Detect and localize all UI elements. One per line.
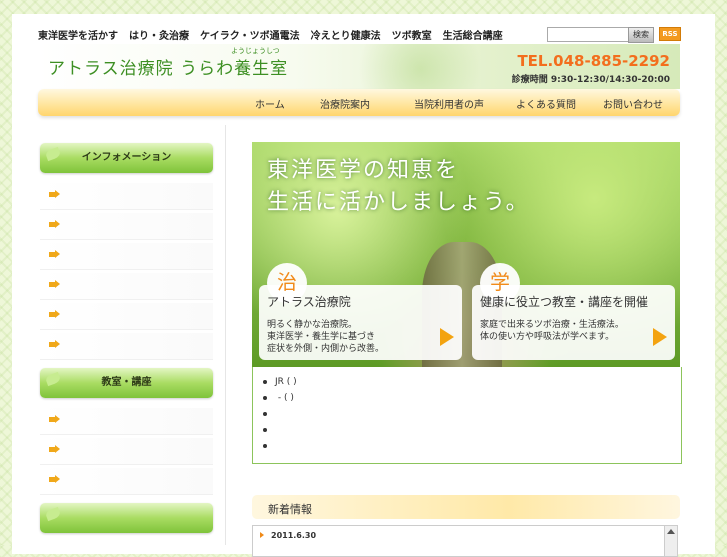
- news-heading-label: 新着情報: [268, 503, 312, 516]
- hero-title-line1: 東洋医学の知恵を: [267, 158, 460, 183]
- hero-card-clinic[interactable]: 治 アトラス治療院 明るく静かな治療院。 東洋医学・養生学に基づき 症状を外側・…: [259, 263, 462, 360]
- site-logo[interactable]: アトラス治療院 うらわ養生室: [48, 54, 288, 79]
- sidebar-item[interactable]: [40, 213, 213, 240]
- sidebar-item[interactable]: [40, 273, 213, 300]
- scrollbar[interactable]: [664, 526, 677, 556]
- arrow-right-icon: [49, 190, 60, 199]
- sidebar-heading-label: 教室・講座: [101, 377, 152, 388]
- news-date: 2011.6.30: [271, 531, 317, 540]
- list-item: [263, 409, 275, 419]
- leaf-decoration: [340, 44, 500, 89]
- sidebar-heading-third: [40, 503, 213, 533]
- nav-testimonials[interactable]: 当院利用者の声: [414, 96, 484, 111]
- list-item: - ( ): [263, 393, 294, 403]
- nav-faq[interactable]: よくある質問: [516, 96, 576, 111]
- bullet-icon: [263, 443, 267, 448]
- topnav-item-oriental-medicine[interactable]: 東洋医学を活かす: [38, 31, 118, 42]
- sidebar-item[interactable]: [40, 333, 213, 360]
- leaf-icon: [44, 146, 62, 162]
- topnav-item-hietori[interactable]: 冷えとり健康法: [311, 31, 381, 42]
- sidebar-item[interactable]: [40, 468, 213, 495]
- sidebar-item[interactable]: [40, 408, 213, 435]
- nav-clinic-info[interactable]: 治療院案内: [320, 96, 370, 111]
- arrow-right-icon: [49, 340, 60, 349]
- list-item-text: - ( ): [275, 393, 294, 403]
- topnav-item-life-course[interactable]: 生活総合講座: [443, 31, 503, 42]
- topnav-item-meridian[interactable]: ケイラク・ツボ通電法: [200, 31, 300, 42]
- hero-card-title: アトラス治療院: [267, 295, 351, 309]
- play-arrow-icon[interactable]: [440, 328, 454, 346]
- search-input[interactable]: [547, 27, 629, 42]
- hero-card-title: 健康に役立つ教室・講座を開催: [480, 295, 649, 309]
- phone-number: TEL.048-885-2292: [517, 52, 670, 70]
- arrow-right-icon: [49, 310, 60, 319]
- arrow-right-icon: [49, 475, 60, 484]
- bullet-icon: [263, 379, 267, 384]
- sidebar: インフォメーション 教室・講座: [30, 125, 226, 545]
- sidebar-item[interactable]: [40, 183, 213, 210]
- bullet-icon: [263, 395, 267, 400]
- hero-title-line2: 生活に活かしましょう。: [267, 190, 530, 215]
- site-header: ようじょうしつ アトラス治療院 うらわ養生室 TEL.048-885-2292 …: [38, 44, 680, 89]
- topnav-item-tsubo-class[interactable]: ツボ教室: [392, 31, 432, 42]
- office-hours: 診療時間 9:30-12:30/14:30-20:00: [511, 75, 670, 85]
- sidebar-heading-label: インフォメーション: [81, 152, 172, 163]
- nav-contact[interactable]: お問い合わせ: [603, 96, 663, 111]
- sidebar-heading-classes: 教室・講座: [40, 368, 213, 398]
- sidebar-item[interactable]: [40, 438, 213, 465]
- list-item: [263, 425, 275, 435]
- hero-card-classes[interactable]: 学 健康に役立つ教室・講座を開催 家庭で出来るツボ治療・生活療法。 体の使い方や…: [472, 263, 675, 360]
- leaf-icon: [44, 371, 62, 387]
- hero-card-text: 症状を外側・内側から改善。: [267, 344, 385, 354]
- list-item: JR ( ): [263, 377, 297, 387]
- bullet-icon: [263, 427, 267, 432]
- arrow-right-icon: [49, 280, 60, 289]
- arrow-right-icon: [49, 445, 60, 454]
- news-heading: 新着情報: [252, 495, 680, 519]
- search-button[interactable]: 検索: [628, 27, 654, 43]
- arrow-right-icon: [49, 220, 60, 229]
- arrow-right-icon: [49, 250, 60, 259]
- sidebar-item[interactable]: [40, 303, 213, 330]
- triangle-bullet-icon: [260, 532, 264, 538]
- notice-list: JR ( ) - ( ): [252, 367, 682, 464]
- leaf-icon: [44, 506, 62, 522]
- bullet-icon: [263, 411, 267, 416]
- scroll-up-icon[interactable]: [667, 529, 675, 534]
- hero-card-text: 体の使い方や呼吸法が学べます。: [480, 332, 615, 342]
- list-item: [263, 441, 275, 451]
- list-item-text: JR ( ): [275, 377, 297, 387]
- news-list[interactable]: 2011.6.30: [252, 525, 678, 557]
- main-nav: ホーム 治療院案内 当院利用者の声 よくある質問 お問い合わせ: [38, 89, 680, 116]
- rss-icon[interactable]: RSS: [659, 27, 681, 41]
- nav-home[interactable]: ホーム: [255, 96, 285, 111]
- play-arrow-icon[interactable]: [653, 328, 667, 346]
- arrow-right-icon: [49, 415, 60, 424]
- sidebar-item[interactable]: [40, 243, 213, 270]
- sidebar-heading-information: インフォメーション: [40, 143, 213, 173]
- topnav-item-acupuncture[interactable]: はり・灸治療: [129, 31, 189, 42]
- top-nav: 東洋医学を活かす はり・灸治療 ケイラク・ツボ通電法 冷えとり健康法 ツボ教室 生活総合講…: [38, 27, 514, 42]
- hero-banner: 東洋医学の知恵を 生活に活かしましょう。 治 アトラス治療院 明るく静かな治療院…: [252, 142, 680, 367]
